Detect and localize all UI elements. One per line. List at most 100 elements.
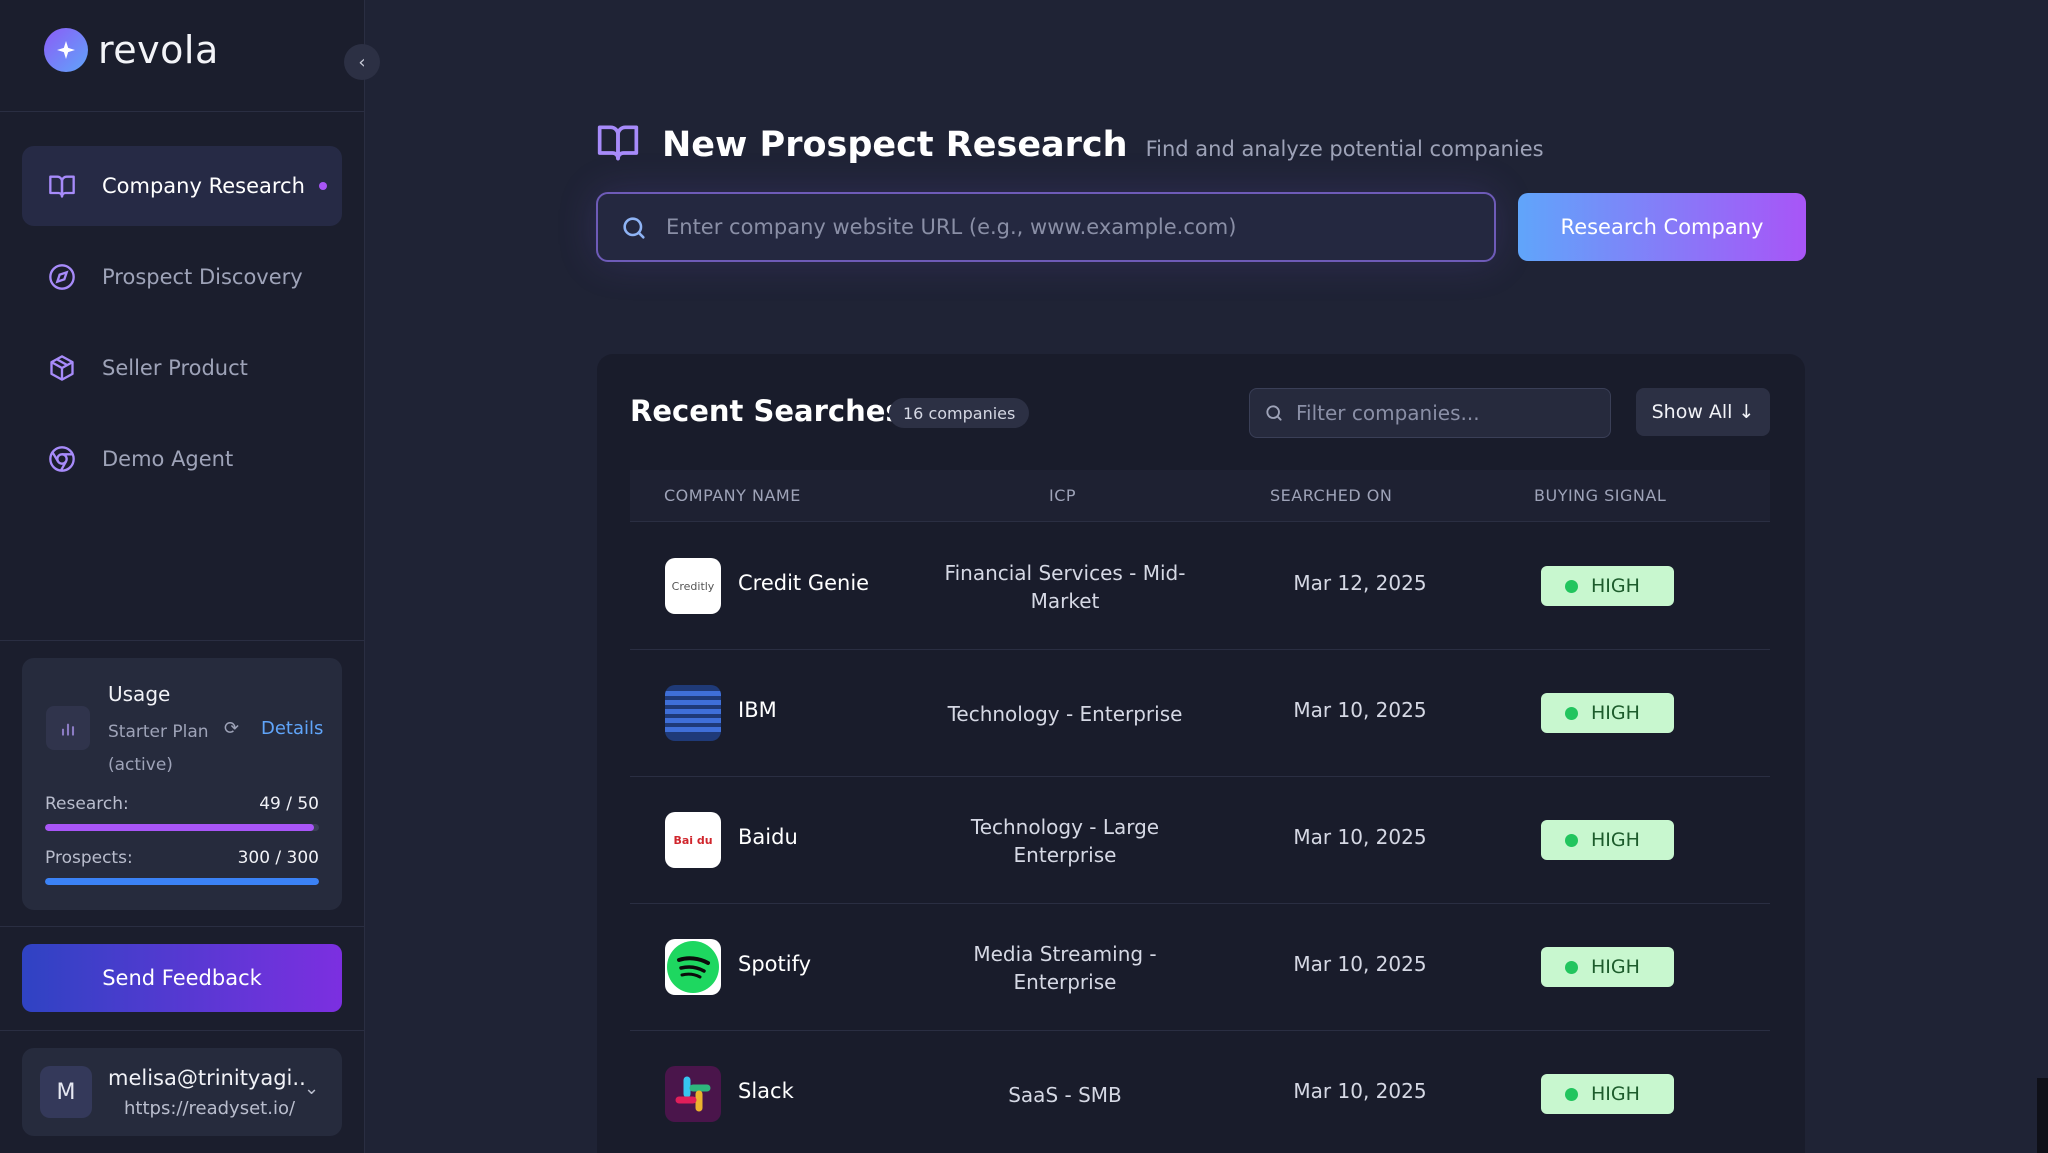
search-icon (1264, 403, 1284, 427)
column-header-searched-on[interactable]: SEARCHED ON (1270, 486, 1392, 505)
prospects-meter-row: Prospects: 300 / 300 (45, 848, 319, 868)
user-email: melisa@trinityagi... (108, 1066, 308, 1090)
icp-cell: Technology - Enterprise (920, 650, 1210, 777)
sidebar-item-label: Demo Agent (102, 447, 234, 471)
usage-plan: Starter Plan (active) (108, 722, 209, 775)
searched-date: Mar 10, 2025 (1293, 952, 1427, 976)
refresh-icon[interactable]: ⟳ (224, 718, 239, 739)
arrow-down-icon: ↓ (1738, 401, 1755, 423)
search-icon (620, 214, 648, 246)
sidebar-item-label: Company Research (102, 174, 305, 198)
compass-icon (48, 263, 76, 291)
research-progress-fill (45, 824, 314, 831)
buying-signal-badge: HIGH (1541, 693, 1674, 733)
prospects-progress-fill (45, 878, 319, 885)
credit-genie-logo-icon: Creditly (665, 558, 721, 614)
sidebar-item-prospect-discovery[interactable]: Prospect Discovery (22, 237, 342, 317)
logo-text: Bai du (673, 833, 713, 847)
icp-text: Financial Services - Mid-Market (944, 560, 1186, 613)
ibm-logo-icon (665, 685, 721, 741)
icp-text: Technology - Enterprise (947, 701, 1183, 726)
user-site: https://readyset.io/ (124, 1098, 296, 1119)
company-name: Credit Genie (738, 571, 870, 595)
icp-text: SaaS - SMB (1008, 1082, 1122, 1107)
sidebar-item-demo-agent[interactable]: Demo Agent (22, 419, 342, 499)
sidebar-item-label: Seller Product (102, 356, 248, 380)
revola-logo-icon (44, 28, 88, 72)
research-meter-row: Research: 49 / 50 (45, 794, 319, 814)
chevron-down-icon[interactable]: ⌄ (304, 1078, 319, 1099)
package-icon (48, 354, 76, 382)
company-count-badge: 16 companies (889, 398, 1030, 428)
company-name: Slack (738, 1079, 794, 1103)
icp-cell: Financial Services - Mid-Market (920, 523, 1210, 650)
company-name: IBM (738, 698, 777, 722)
searched-date: Mar 10, 2025 (1293, 825, 1427, 849)
divider (0, 926, 365, 927)
icp-cell: Technology - Large Enterprise (920, 777, 1210, 904)
table-row[interactable]: IBM Technology - Enterprise Mar 10, 2025… (630, 650, 1770, 777)
icp-text: Technology - Large Enterprise (970, 814, 1160, 867)
buying-signal-badge: HIGH (1541, 1074, 1674, 1114)
brand-name: revola (98, 28, 219, 72)
usage-details-link[interactable]: Details (261, 718, 323, 739)
book-open-icon (48, 172, 76, 200)
sidebar: revola Company Research Prospect Discove… (0, 0, 365, 1153)
research-progress-bar (45, 824, 319, 831)
sidebar-item-label: Prospect Discovery (102, 265, 303, 289)
divider (0, 111, 365, 112)
table-row[interactable]: Slack SaaS - SMB Mar 10, 2025 HIGH (630, 1031, 1770, 1153)
icp-cell: Media Streaming - Enterprise (920, 904, 1210, 1031)
sidebar-nav: Company Research Prospect Discovery Sell… (22, 146, 342, 510)
brand[interactable]: revola (44, 28, 219, 72)
column-header-buying-signal[interactable]: BUYING SIGNAL (1534, 486, 1666, 505)
column-header-company[interactable]: COMPANY NAME (664, 486, 801, 505)
prospects-progress-bar (45, 878, 319, 885)
prospects-value: 300 / 300 (237, 848, 319, 868)
send-feedback-button[interactable]: Send Feedback (22, 944, 342, 1012)
show-all-button[interactable]: Show All ↓ (1636, 388, 1770, 436)
spotify-logo-icon (665, 939, 721, 995)
scrollbar-thumb[interactable] (2037, 1078, 2048, 1153)
prospects-label: Prospects: (45, 848, 133, 868)
company-name: Baidu (738, 825, 798, 849)
column-header-icp[interactable]: ICP (1049, 486, 1076, 505)
buying-signal-badge: HIGH (1541, 947, 1674, 987)
page-title: New Prospect Research (662, 125, 1128, 165)
slack-logo-icon (665, 1066, 721, 1122)
searched-date: Mar 10, 2025 (1293, 1079, 1427, 1103)
filter-companies-input[interactable] (1296, 389, 1596, 437)
sidebar-item-company-research[interactable]: Company Research (22, 146, 342, 226)
baidu-logo-icon: Bai du (665, 812, 721, 868)
recent-searches-panel: Recent Searches 16 companies Show All ↓ … (597, 354, 1805, 1153)
show-all-label: Show All (1651, 401, 1733, 423)
page-subtitle: Find and analyze potential companies (1145, 137, 1544, 161)
collapse-sidebar-button[interactable]: ‹ (344, 44, 380, 80)
chevron-left-icon: ‹ (358, 51, 366, 73)
table-row[interactable]: Creditly Credit Genie Financial Services… (630, 523, 1770, 650)
table-header: COMPANY NAME ICP SEARCHED ON BUYING SIGN… (630, 470, 1770, 522)
research-company-button[interactable]: Research Company (1518, 193, 1806, 261)
chrome-icon (48, 445, 76, 473)
usage-title: Usage (108, 682, 171, 706)
bar-chart-icon (46, 706, 90, 750)
avatar: M (40, 1066, 92, 1118)
page-header: New Prospect Research Find and analyze p… (596, 112, 1544, 165)
research-label: Research: (45, 794, 129, 814)
searched-date: Mar 10, 2025 (1293, 698, 1427, 722)
table-row[interactable]: Bai du Baidu Technology - Large Enterpri… (630, 777, 1770, 904)
recent-searches-title: Recent Searches (630, 394, 903, 428)
user-account-menu[interactable]: M melisa@trinityagi... https://readyset.… (22, 1048, 342, 1136)
research-value: 49 / 50 (259, 794, 319, 814)
table-row[interactable]: Spotify Media Streaming - Enterprise Mar… (630, 904, 1770, 1031)
icp-text: Media Streaming - Enterprise (973, 941, 1157, 994)
buying-signal-badge: HIGH (1541, 566, 1674, 606)
book-open-icon (597, 125, 639, 161)
filter-companies[interactable] (1249, 388, 1611, 438)
company-name: Spotify (738, 952, 812, 976)
company-url-input[interactable] (666, 194, 1476, 260)
sidebar-item-seller-product[interactable]: Seller Product (22, 328, 342, 408)
buying-signal-badge: HIGH (1541, 820, 1674, 860)
company-url-search[interactable] (596, 192, 1496, 262)
divider (0, 1030, 365, 1031)
